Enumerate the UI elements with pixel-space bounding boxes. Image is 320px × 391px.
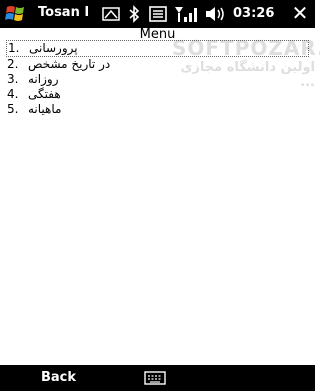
menu-item-label: هفتگی [28, 87, 61, 101]
notes-icon[interactable] [148, 4, 168, 24]
bluetooth-icon[interactable] [126, 4, 142, 24]
menu-item-weekly[interactable]: 4. هفتگی [6, 87, 309, 102]
connectivity-icon[interactable] [102, 4, 120, 24]
clock-time[interactable]: 03:26 [233, 6, 274, 21]
menu-item-number: 4. [7, 87, 19, 101]
menu-list: 1. پرورسانی 2. در تاریخ مشخص 3. روزانه 4… [6, 40, 309, 117]
windows-start-icon[interactable] [4, 3, 30, 25]
menu-item-label: روزانه [28, 72, 59, 86]
keyboard-icon[interactable] [144, 370, 166, 386]
menu-item-label: در تاریخ مشخص [28, 57, 111, 71]
menu-item-label: ماهیانه [28, 102, 62, 116]
menu-item-number: 2. [7, 57, 19, 71]
menu-item-specific-date[interactable]: 2. در تاریخ مشخص [6, 57, 309, 72]
menu-item-number: 5. [7, 102, 19, 116]
menu-item-label: پرورسانی [29, 41, 78, 55]
softkey-bar: Back [0, 365, 315, 391]
status-bar: Tosan I 03:26 ✕ [0, 0, 315, 28]
volume-icon[interactable] [204, 4, 226, 24]
close-icon[interactable]: ✕ [289, 2, 311, 24]
menu-item-number: 3. [7, 72, 19, 86]
menu-item-update[interactable]: 1. پرورسانی [6, 40, 309, 57]
menu-item-monthly[interactable]: 5. ماهیانه [6, 102, 309, 117]
back-button[interactable]: Back [41, 370, 76, 385]
app-title[interactable]: Tosan I [38, 5, 96, 20]
signal-icon[interactable] [174, 4, 198, 24]
menu-item-number: 1. [8, 41, 20, 55]
menu-item-daily[interactable]: 3. روزانه [6, 72, 309, 87]
